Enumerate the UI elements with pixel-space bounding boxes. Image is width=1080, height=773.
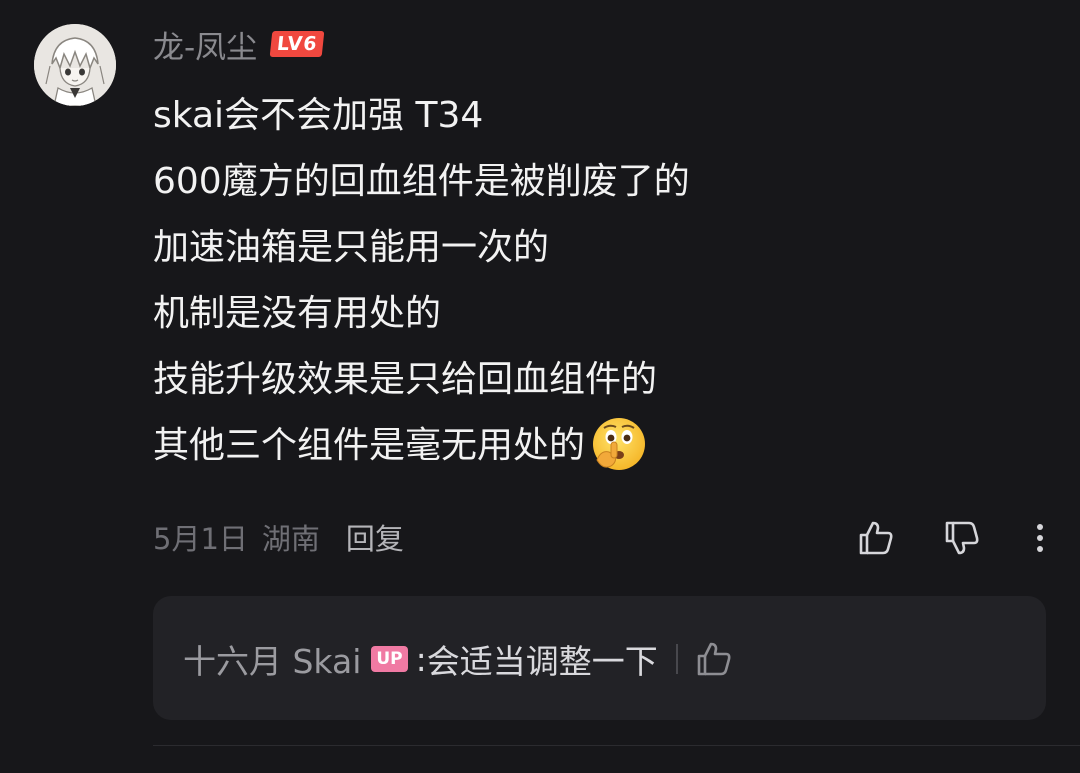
comment-line: 加速油箱是只能用一次的	[153, 227, 550, 268]
comment-actions	[850, 512, 1060, 562]
comment-body: skai会不会加强 T34 600魔方的回血组件是被削废了的 加速油箱是只能用一…	[153, 86, 690, 482]
reply-button[interactable]: 回复	[346, 516, 404, 558]
comment-line-last: 其他三个组件是毫无用处的	[153, 416, 690, 482]
thumbs-up-icon[interactable]	[856, 518, 896, 558]
comment-line: 600魔方的回血组件是被削废了的	[153, 161, 690, 202]
shushing-face-emoji	[593, 418, 646, 470]
comment-line: skai会不会加强 T34	[153, 95, 484, 136]
comment-date: 5月1日	[153, 522, 248, 556]
reply-separator: :	[415, 639, 427, 679]
reply-username[interactable]: 十六月 Skai	[183, 635, 361, 683]
reply-preview[interactable]: 十六月 Skai UP : 会适当调整一下	[153, 596, 1046, 720]
thumbs-up-icon[interactable]	[694, 639, 734, 679]
comment-location: 湖南	[261, 522, 320, 556]
comment-line: 机制是没有用处的	[153, 293, 442, 334]
bottom-divider	[153, 745, 1080, 746]
username-row: 龙-凤尘 LV6	[153, 22, 325, 67]
thumbs-down-icon[interactable]	[942, 518, 982, 558]
reply-text: 会适当调整一下	[426, 642, 658, 681]
divider	[675, 644, 678, 674]
avatar[interactable]	[34, 24, 116, 106]
up-badge: UP	[371, 646, 408, 672]
comment-card: 龙-凤尘 LV6 skai会不会加强 T34 600魔方的回血组件是被削废了的 …	[0, 0, 1080, 773]
username[interactable]: 龙-凤尘	[153, 22, 257, 67]
comment-line: 技能升级效果是只给回血组件的	[153, 359, 658, 400]
more-vertical-icon[interactable]	[1020, 518, 1060, 558]
avatar-image	[34, 24, 116, 106]
comment-meta: 5月1日 湖南 回复	[153, 512, 404, 562]
comment-line-text: 其他三个组件是毫无用处的	[153, 425, 586, 466]
reply-content: 十六月 Skai UP : 会适当调整一下	[183, 634, 734, 684]
level-badge: LV6	[269, 31, 325, 57]
